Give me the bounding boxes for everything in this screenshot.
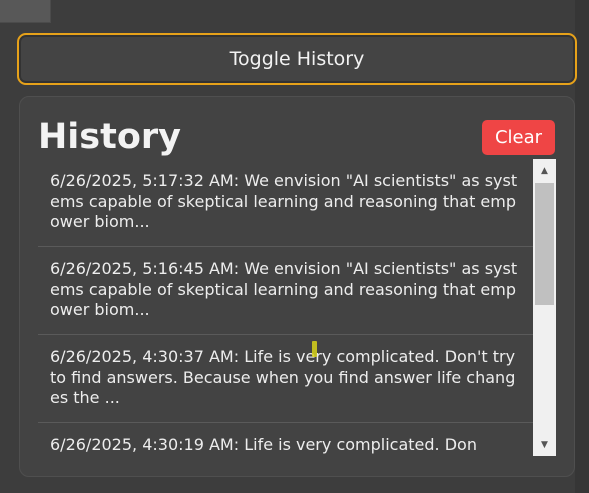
background-edge xyxy=(575,0,589,493)
history-title: History xyxy=(38,117,181,157)
toggle-history-button[interactable]: Toggle History xyxy=(17,33,577,85)
history-scrollbar[interactable]: ▲ ▼ xyxy=(533,159,556,456)
text-cursor-icon xyxy=(312,341,317,357)
history-item[interactable]: 6/26/2025, 4:30:19 AM: Life is very comp… xyxy=(38,423,533,455)
history-panel: History Clear 6/26/2025, 5:17:32 AM: We … xyxy=(19,96,575,477)
background-thumbnail xyxy=(0,0,51,23)
scroll-down-arrow-icon[interactable]: ▼ xyxy=(533,435,556,455)
clear-history-button[interactable]: Clear xyxy=(482,120,555,155)
scroll-up-arrow-icon[interactable]: ▲ xyxy=(533,161,556,181)
history-item[interactable]: 6/26/2025, 5:17:32 AM: We envision "AI s… xyxy=(38,159,533,247)
history-list[interactable]: 6/26/2025, 5:17:32 AM: We envision "AI s… xyxy=(38,159,533,455)
history-item[interactable]: 6/26/2025, 4:30:37 AM: Life is very comp… xyxy=(38,335,533,423)
history-item[interactable]: 6/26/2025, 5:16:45 AM: We envision "AI s… xyxy=(38,247,533,335)
scrollbar-thumb[interactable] xyxy=(535,183,554,305)
